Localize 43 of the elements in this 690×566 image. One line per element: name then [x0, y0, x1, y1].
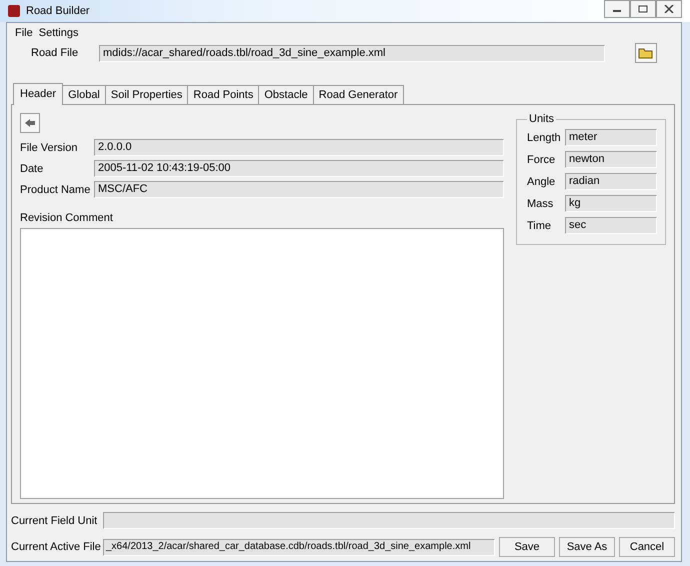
folder-icon	[638, 47, 654, 59]
text-field[interactable]: meter	[565, 129, 657, 146]
field-label: Product Name	[20, 184, 92, 196]
field-label: File Version	[20, 142, 78, 154]
text-field[interactable]: sec	[565, 217, 657, 234]
menu-item[interactable]: File	[15, 27, 33, 39]
open-folder-button[interactable]	[635, 43, 657, 63]
field-label: Date	[20, 162, 44, 174]
current-active-file-field[interactable]: _x64/2013_2/acar/shared_car_database.cdb/roads.tbl/road_3d_sine_example.xml	[103, 538, 495, 556]
maximize-icon	[638, 5, 648, 13]
field-label: Force	[527, 154, 556, 166]
menu-item[interactable]: Settings	[38, 27, 78, 39]
maximize-button[interactable]	[630, 0, 656, 18]
field-label: Mass	[527, 198, 554, 210]
back-button[interactable]	[20, 113, 40, 133]
app-icon	[8, 5, 20, 17]
text-field[interactable]: radian	[565, 173, 657, 190]
minimize-button[interactable]	[604, 0, 630, 18]
revision-comment-field[interactable]	[20, 228, 504, 499]
dialog-button[interactable]: Save	[499, 537, 555, 557]
text-field[interactable]: 2.0.0.0	[94, 139, 504, 156]
group-title: Units	[528, 113, 556, 125]
field-label: Revision Comment	[20, 212, 114, 224]
tab[interactable]: Road Generator	[312, 85, 404, 105]
dialog-button[interactable]: Cancel	[619, 537, 675, 557]
tab[interactable]: Header	[13, 83, 64, 105]
text-field[interactable]: MSC/AFC	[94, 181, 504, 198]
field-label: Angle	[527, 176, 556, 188]
road-file-field[interactable]: mdids://acar_shared/roads.tbl/road_3d_sine_example.xml	[99, 44, 605, 62]
window-title: Road Builder	[26, 5, 90, 17]
close-icon	[664, 5, 674, 13]
text-field[interactable]: 2005-11-02 10:43:19-05:00	[94, 160, 504, 177]
close-button[interactable]	[656, 0, 682, 18]
field-label: Length	[527, 132, 562, 144]
field-label: Current Active File	[11, 541, 99, 553]
text-field[interactable]: newton	[565, 151, 657, 168]
left-arrow-icon	[24, 118, 36, 128]
current-field-unit-field[interactable]	[103, 512, 675, 529]
field-label: Time	[527, 220, 552, 232]
text-field[interactable]: kg	[565, 195, 657, 212]
field-label: Road File	[31, 47, 80, 59]
field-label: Current Field Unit	[11, 514, 95, 526]
dialog-button[interactable]: Save As	[559, 537, 615, 557]
